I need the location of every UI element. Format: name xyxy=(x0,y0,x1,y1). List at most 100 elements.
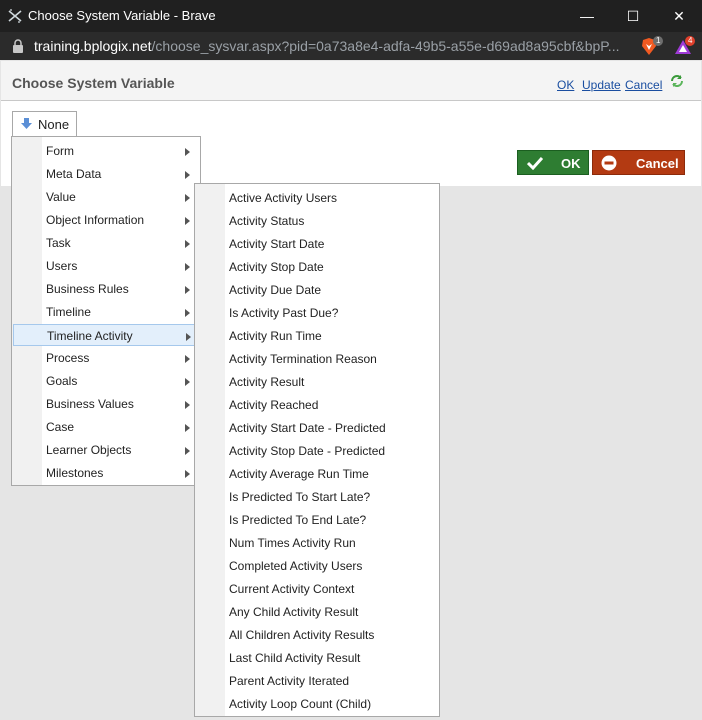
menu-item-task[interactable]: Task xyxy=(13,232,199,254)
submenu-item-activity-average-run-time[interactable]: Activity Average Run Time xyxy=(196,463,439,485)
refresh-icon[interactable] xyxy=(669,73,685,89)
submenu-item-activity-start-date-predicted[interactable]: Activity Start Date - Predicted xyxy=(196,417,439,439)
minimize-button[interactable]: — xyxy=(564,0,610,32)
menu-item-goals[interactable]: Goals xyxy=(13,370,199,392)
menu-item-learner-objects[interactable]: Learner Objects xyxy=(13,439,199,461)
ok-label: OK xyxy=(561,156,581,171)
url-path: /choose_sysvar.aspx?pid=0a73a8e4-adfa-49… xyxy=(151,38,620,54)
submenu-item-is-predicted-to-start-late[interactable]: Is Predicted To Start Late? xyxy=(196,486,439,508)
menu-item-label: Form xyxy=(46,144,74,158)
chevron-right-icon xyxy=(185,171,190,179)
chevron-right-icon xyxy=(185,401,190,409)
menu-item-object-information[interactable]: Object Information xyxy=(13,209,199,231)
submenu-item-label: Activity Status xyxy=(229,214,305,228)
arrow-down-icon xyxy=(21,118,32,129)
menu-item-label: Business Values xyxy=(46,397,134,411)
dialog-header: Choose System Variable OK Update Cancel xyxy=(1,61,701,101)
submenu-item-any-child-activity-result[interactable]: Any Child Activity Result xyxy=(196,601,439,623)
submenu-item-activity-result[interactable]: Activity Result xyxy=(196,371,439,393)
close-button[interactable]: ✕ xyxy=(656,0,702,32)
submenu-item-is-activity-past-due[interactable]: Is Activity Past Due? xyxy=(196,302,439,324)
none-label: None xyxy=(38,117,70,132)
submenu-item-activity-termination-reason[interactable]: Activity Termination Reason xyxy=(196,348,439,370)
cancel-button[interactable]: Cancel xyxy=(592,150,685,175)
chevron-right-icon xyxy=(185,447,190,455)
header-ok-link[interactable]: OK xyxy=(557,78,574,92)
submenu-item-label: Parent Activity Iterated xyxy=(229,674,350,688)
maximize-icon: ☐ xyxy=(626,7,640,24)
submenu-item-activity-status[interactable]: Activity Status xyxy=(196,210,439,232)
submenu-item-activity-run-time[interactable]: Activity Run Time xyxy=(196,325,439,347)
menu-item-label: Goals xyxy=(46,374,78,388)
menu-item-business-rules[interactable]: Business Rules xyxy=(13,278,199,300)
submenu-item-label: Num Times Activity Run xyxy=(229,536,356,550)
submenu-item-is-predicted-to-end-late[interactable]: Is Predicted To End Late? xyxy=(196,509,439,531)
submenu-item-activity-stop-date-predicted[interactable]: Activity Stop Date - Predicted xyxy=(196,440,439,462)
submenu-item-label: All Children Activity Results xyxy=(229,628,375,642)
submenu-item-label: Activity Stop Date xyxy=(229,260,324,274)
submenu-item-label: Last Child Activity Result xyxy=(229,651,361,665)
menu-item-label: Object Information xyxy=(46,213,145,227)
submenu-item-label: Activity Due Date xyxy=(229,283,322,297)
menu-item-timeline-activity[interactable]: Timeline Activity xyxy=(13,324,199,346)
submenu-item-label: Active Activity Users xyxy=(229,191,338,205)
menu-item-label: Meta Data xyxy=(46,167,102,181)
submenu-item-activity-loop-count-child[interactable]: Activity Loop Count (Child) xyxy=(196,693,439,715)
menu-item-process[interactable]: Process xyxy=(13,347,199,369)
submenu-item-activity-start-date[interactable]: Activity Start Date xyxy=(196,233,439,255)
close-icon: ✕ xyxy=(673,7,685,24)
submenu-item-activity-due-date[interactable]: Activity Due Date xyxy=(196,279,439,301)
submenu-item-completed-activity-users[interactable]: Completed Activity Users xyxy=(196,555,439,577)
variable-category-menu: Form Meta Data Value Object Information Task… xyxy=(11,136,201,486)
cancel-label: Cancel xyxy=(636,156,679,171)
rewards-badge: 4 xyxy=(685,36,696,46)
header-update-link[interactable]: Update xyxy=(582,78,621,92)
checkmark-icon xyxy=(527,156,543,170)
submenu-item-num-times-activity-run[interactable]: Num Times Activity Run xyxy=(196,532,439,554)
chevron-right-icon xyxy=(185,148,190,156)
submenu-item-all-children-activity-results[interactable]: All Children Activity Results xyxy=(196,624,439,646)
header-cancel-link[interactable]: Cancel xyxy=(625,78,662,92)
submenu-item-parent-activity-iterated[interactable]: Parent Activity Iterated xyxy=(196,670,439,692)
submenu-item-label: Is Predicted To Start Late? xyxy=(229,490,371,504)
menu-item-value[interactable]: Value xyxy=(13,186,199,208)
menu-item-milestones[interactable]: Milestones xyxy=(13,462,199,484)
minus-circle-icon xyxy=(601,155,617,171)
menu-item-form[interactable]: Form xyxy=(13,140,199,162)
chevron-right-icon xyxy=(185,378,190,386)
submenu-item-label: Activity Result xyxy=(229,375,305,389)
brave-app-icon xyxy=(8,9,22,23)
menu-item-label: Learner Objects xyxy=(46,443,132,457)
submenu-item-label: Completed Activity Users xyxy=(229,559,363,573)
menu-item-case[interactable]: Case xyxy=(13,416,199,438)
maximize-button[interactable]: ☐ xyxy=(610,0,656,32)
chevron-right-icon xyxy=(185,309,190,317)
submenu-item-label: Current Activity Context xyxy=(229,582,355,596)
url-text[interactable]: training.bplogix.net/choose_sysvar.aspx?… xyxy=(34,38,624,54)
submenu-item-activity-stop-date[interactable]: Activity Stop Date xyxy=(196,256,439,278)
chevron-right-icon xyxy=(185,263,190,271)
submenu-item-label: Activity Stop Date - Predicted xyxy=(229,444,386,458)
submenu-item-last-child-activity-result[interactable]: Last Child Activity Result xyxy=(196,647,439,669)
submenu-item-label: Activity Run Time xyxy=(229,329,322,343)
submenu-item-activity-reached[interactable]: Activity Reached xyxy=(196,394,439,416)
submenu-item-active-activity-users[interactable]: Active Activity Users xyxy=(196,187,439,209)
submenu-item-label: Activity Average Run Time xyxy=(229,467,369,481)
none-dropdown-button[interactable]: None xyxy=(12,111,77,136)
timeline-activity-submenu: Active Activity Users Activity Status Acti… xyxy=(194,183,440,717)
address-bar[interactable]: training.bplogix.net/choose_sysvar.aspx?… xyxy=(0,32,702,60)
chevron-right-icon xyxy=(185,286,190,294)
menu-item-label: Milestones xyxy=(46,466,104,480)
menu-item-users[interactable]: Users xyxy=(13,255,199,277)
submenu-item-label: Activity Loop Count (Child) xyxy=(229,697,372,711)
shields-badge: 1 xyxy=(653,36,664,46)
ok-button[interactable]: OK xyxy=(517,150,589,175)
submenu-item-label: Activity Termination Reason xyxy=(229,352,377,366)
chevron-right-icon xyxy=(185,355,190,363)
menu-item-business-values[interactable]: Business Values xyxy=(13,393,199,415)
menu-item-timeline[interactable]: Timeline xyxy=(13,301,199,323)
submenu-item-label: Is Activity Past Due? xyxy=(229,306,339,320)
submenu-item-current-activity-context[interactable]: Current Activity Context xyxy=(196,578,439,600)
menu-item-meta-data[interactable]: Meta Data xyxy=(13,163,199,185)
submenu-item-label: Is Predicted To End Late? xyxy=(229,513,367,527)
